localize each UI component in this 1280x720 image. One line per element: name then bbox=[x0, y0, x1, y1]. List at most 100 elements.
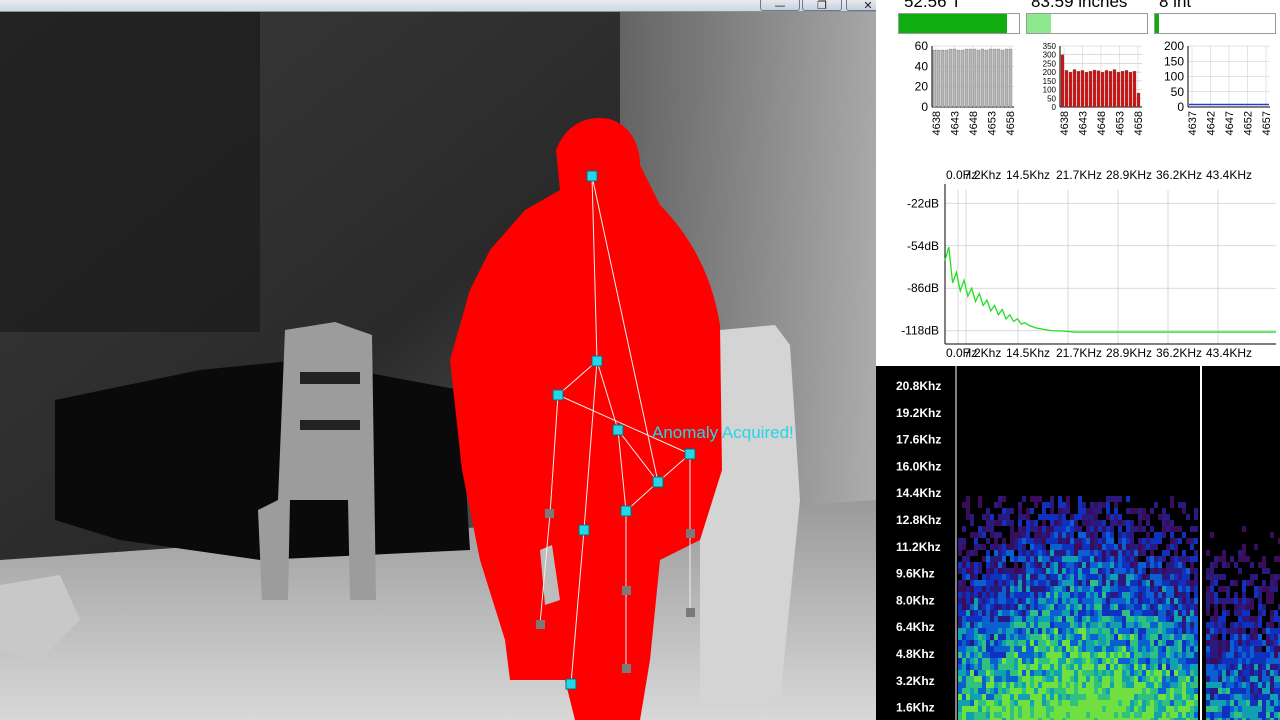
spectrogram-cell bbox=[1158, 562, 1162, 568]
spectrogram-cell bbox=[1022, 640, 1026, 646]
spectrogram-cell bbox=[986, 646, 990, 652]
spectrogram-cell bbox=[982, 580, 986, 586]
minimize-button[interactable]: — bbox=[760, 0, 800, 11]
spectrogram-cell bbox=[1170, 658, 1174, 664]
spectrogram-cell bbox=[1014, 622, 1018, 628]
x-tick-label: 14.5Khz bbox=[1006, 346, 1050, 360]
spectrogram-cell bbox=[1194, 616, 1198, 622]
spectrogram-cell bbox=[1078, 616, 1082, 622]
spectrogram-cell bbox=[1234, 610, 1238, 616]
spectrogram-cell bbox=[1170, 634, 1174, 640]
y-tick-label: 0 bbox=[1052, 103, 1057, 112]
spectrogram-cell bbox=[1270, 634, 1274, 640]
spectrogram-cell bbox=[1126, 634, 1130, 640]
spectrogram-cell bbox=[1114, 640, 1118, 646]
spectrogram-cell bbox=[1066, 688, 1070, 694]
spectrogram-cell bbox=[1194, 550, 1198, 556]
spectrogram-cell bbox=[1194, 622, 1198, 628]
spectrogram-cell bbox=[986, 520, 990, 526]
spectrogram-cell bbox=[1102, 580, 1106, 586]
spectrogram-cell bbox=[1062, 706, 1066, 712]
spectrogram-cell bbox=[1070, 706, 1074, 712]
spectrogram-cell bbox=[998, 532, 1002, 538]
spectrogram-cell bbox=[1266, 682, 1270, 688]
spectrogram-cell bbox=[958, 538, 962, 544]
spectrogram-cell bbox=[1046, 580, 1050, 586]
spectrogram-cell bbox=[1082, 604, 1086, 610]
spectrogram-cell bbox=[994, 628, 998, 634]
spectrogram-cell bbox=[1022, 556, 1026, 562]
spectrogram-cell bbox=[1014, 592, 1018, 598]
x-tick-label: 4638 bbox=[931, 111, 943, 135]
spectrogram-cell bbox=[1238, 682, 1242, 688]
spectrogram-cell bbox=[1142, 508, 1146, 514]
spectrogram-cell bbox=[1026, 664, 1030, 670]
spectrogram-cell bbox=[1090, 664, 1094, 670]
spectrogram-cell bbox=[1086, 700, 1090, 706]
spectrogram-cell bbox=[1046, 634, 1050, 640]
spectrogram-cell bbox=[1146, 556, 1150, 562]
spectrogram-cell bbox=[1058, 580, 1062, 586]
spectrogram-cell bbox=[1026, 538, 1030, 544]
spectrogram-cell bbox=[1086, 610, 1090, 616]
spectrogram-cell bbox=[1206, 706, 1210, 712]
spectrogram-cell bbox=[970, 628, 974, 634]
spectrogram-cell bbox=[1034, 592, 1038, 598]
spectrogram-cell bbox=[1002, 574, 1006, 580]
restore-button[interactable]: ❐ bbox=[802, 0, 842, 11]
spectrogram-cell bbox=[1038, 568, 1042, 574]
spectrogram-cell bbox=[1242, 598, 1246, 604]
spectrogram-cell bbox=[1126, 508, 1130, 514]
spectrogram-cell bbox=[1058, 610, 1062, 616]
spectrogram-cell bbox=[1042, 514, 1046, 520]
spectrogram-cell bbox=[974, 706, 978, 712]
spectrogram-cell bbox=[1178, 562, 1182, 568]
spectrogram-cell bbox=[1030, 538, 1034, 544]
spectrogram-cell bbox=[1218, 700, 1222, 706]
spectrogram-cell bbox=[1154, 574, 1158, 580]
spectrogram-cell bbox=[1270, 580, 1274, 586]
spectrogram-cell bbox=[1022, 676, 1026, 682]
spectrogram-cell bbox=[1058, 646, 1062, 652]
spectrogram-cell bbox=[1122, 676, 1126, 682]
spectrogram-cell bbox=[1062, 526, 1066, 532]
spectrogram-cell bbox=[1218, 688, 1222, 694]
spectrogram-cell bbox=[966, 508, 970, 514]
spectrogram-cell bbox=[1158, 592, 1162, 598]
spectrogram-cell bbox=[1182, 532, 1186, 538]
spectrogram-cell bbox=[1054, 568, 1058, 574]
spectrogram-cell bbox=[1190, 562, 1194, 568]
spectrogram-cell bbox=[1054, 604, 1058, 610]
spectrogram-cell bbox=[1170, 676, 1174, 682]
spectrogram-cell bbox=[1086, 562, 1090, 568]
spectrogram-cell bbox=[1158, 640, 1162, 646]
spectrogram-cell bbox=[1034, 670, 1038, 676]
spectrogram-cell bbox=[1106, 562, 1110, 568]
spectrogram-cell bbox=[1142, 550, 1146, 556]
spectrogram-cell bbox=[1126, 550, 1130, 556]
spectrogram-cell bbox=[1270, 658, 1274, 664]
spectrogram-cell bbox=[1082, 610, 1086, 616]
spectrogram-cell bbox=[982, 598, 986, 604]
spectrogram-cell bbox=[1170, 592, 1174, 598]
x-tick-label: 7.2Khz bbox=[964, 168, 1001, 182]
spectrogram-cell bbox=[1034, 640, 1038, 646]
spectrogram-cell bbox=[970, 670, 974, 676]
spectrogram-cell bbox=[1094, 646, 1098, 652]
spectrogram-cell bbox=[1126, 700, 1130, 706]
spectrogram-cell bbox=[1034, 688, 1038, 694]
spectrogram-cell bbox=[982, 604, 986, 610]
spectrogram-cell bbox=[1170, 568, 1174, 574]
spectrogram-cell bbox=[966, 694, 970, 700]
spectrogram-cell bbox=[990, 622, 994, 628]
spectrogram-cell bbox=[1218, 628, 1222, 634]
spectrogram-cell bbox=[1066, 712, 1070, 718]
spectrogram-cell bbox=[1258, 700, 1262, 706]
x-tick-label: 4643 bbox=[950, 111, 962, 135]
spectrogram-cell bbox=[1110, 586, 1114, 592]
spectrogram-cell bbox=[1162, 628, 1166, 634]
spectrogram-cell bbox=[1098, 634, 1102, 640]
spectrogram-cell bbox=[994, 562, 998, 568]
spectrogram-cell bbox=[1070, 640, 1074, 646]
spectrogram-cell bbox=[1066, 610, 1070, 616]
